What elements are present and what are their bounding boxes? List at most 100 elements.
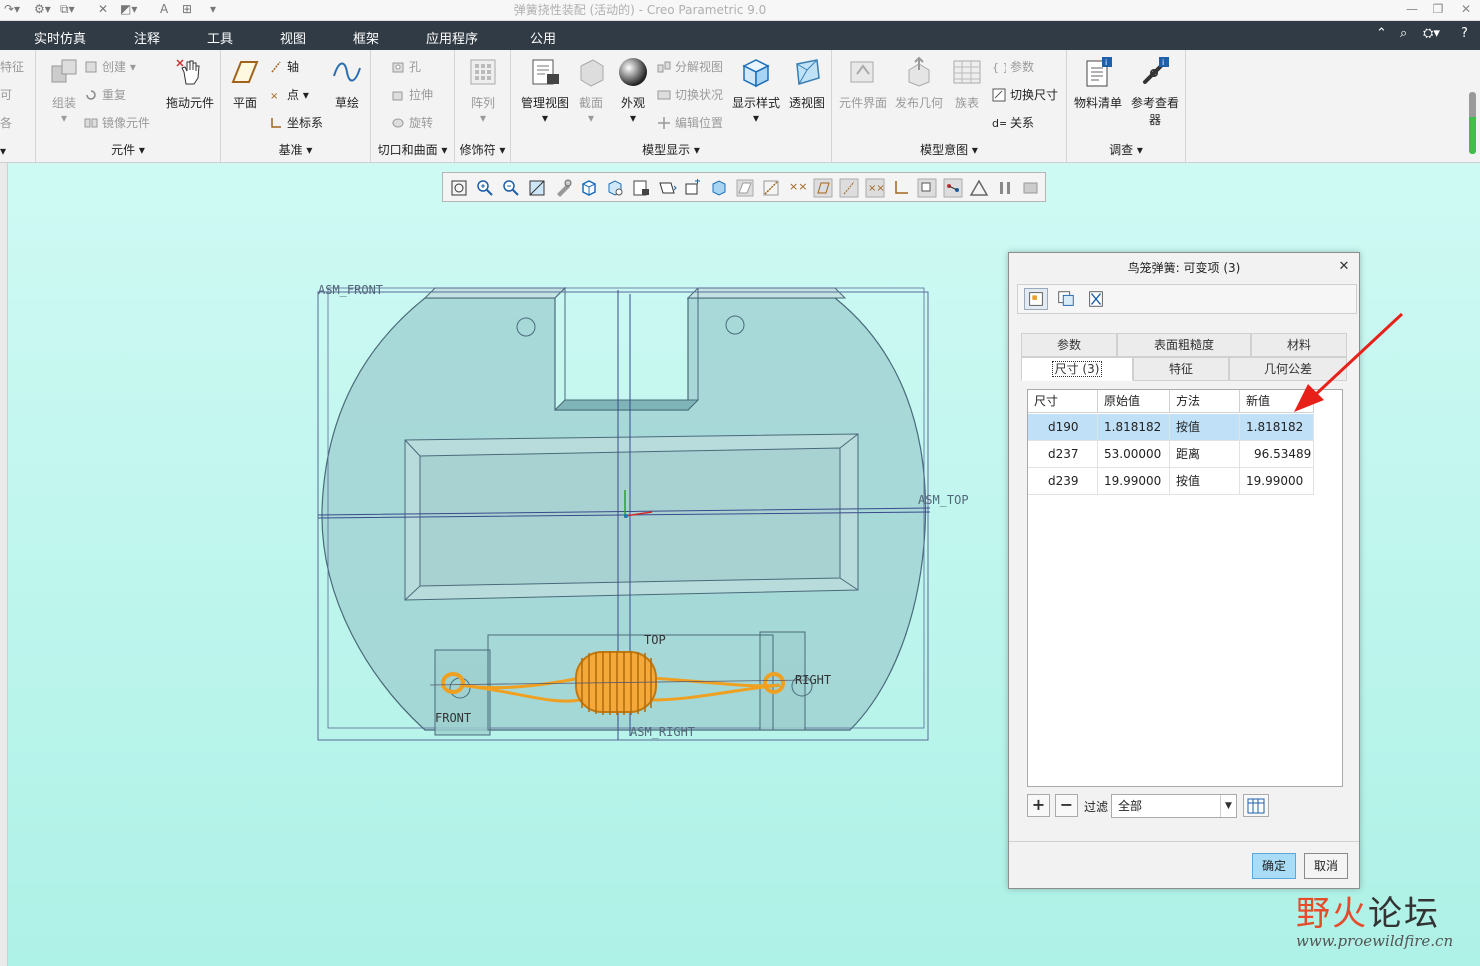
axis-button[interactable]: 轴 — [269, 58, 299, 75]
tab-surface-finish[interactable]: 表面粗糙度 — [1117, 333, 1251, 357]
minimize-button[interactable]: — — [1398, 0, 1426, 20]
csys-tag-icon[interactable] — [891, 178, 911, 198]
cell-new-value[interactable]: 96.53489 — [1240, 441, 1314, 468]
investigate-group-label[interactable]: 调查 ▾ — [1067, 141, 1185, 158]
assemble-button[interactable]: 组装 ▾ — [42, 56, 86, 125]
annotation-display-icon[interactable] — [709, 178, 729, 198]
point-display-icon[interactable]: ×× — [787, 178, 807, 198]
annotation-tag-icon[interactable] — [917, 178, 937, 198]
view-manager-icon[interactable] — [631, 178, 651, 198]
cell-method[interactable]: 按值 — [1170, 468, 1240, 495]
cell-new-value[interactable]: 19.99000 — [1240, 468, 1314, 495]
add-row-button[interactable]: + — [1027, 794, 1050, 817]
dialog-copy-icon[interactable] — [1054, 288, 1078, 310]
create-button[interactable]: 创建 ▾ — [84, 58, 136, 75]
plane-button[interactable]: 平面 — [225, 56, 265, 111]
saved-orientations-icon[interactable] — [605, 178, 625, 198]
model-intent-group-label[interactable]: 模型意图 ▾ — [832, 141, 1066, 158]
datum-axis-tag-icon[interactable] — [839, 178, 859, 198]
table-columns-button[interactable] — [1243, 794, 1269, 817]
display-style-cube-icon[interactable] — [579, 178, 599, 198]
remove-row-button[interactable]: − — [1055, 794, 1078, 817]
refit-icon[interactable] — [449, 178, 469, 198]
reference-viewer-button[interactable]: i 参考查看器 — [1127, 56, 1183, 128]
col-header-dimension[interactable]: 尺寸 — [1028, 390, 1098, 413]
ribbon-scrollbar[interactable] — [1469, 92, 1476, 154]
csys-display-icon[interactable] — [813, 178, 833, 198]
sketch-button[interactable]: 草绘 — [327, 56, 367, 111]
section-button[interactable]: 截面 ▾ — [573, 56, 609, 125]
modifiers-group-label[interactable]: 修饰符 ▾ — [455, 141, 510, 158]
component-group-label[interactable]: 元件 ▾ — [36, 141, 220, 158]
col-header-original[interactable]: 原始值 — [1098, 390, 1170, 413]
cut-item-3[interactable]: 各 — [0, 114, 12, 131]
cut-group-dropdown[interactable]: ▾ — [0, 144, 6, 158]
cut-surface-group-label[interactable]: 切口和曲面 ▾ — [371, 141, 454, 158]
family-table-button[interactable]: 族表 — [948, 56, 986, 111]
revolve-button[interactable]: 旋转 — [391, 114, 433, 131]
tab-features[interactable]: 特征 — [1133, 357, 1229, 381]
close-button[interactable]: ✕ — [1452, 0, 1480, 20]
dialog-close-icon[interactable]: ✕ — [1337, 260, 1351, 274]
model-display-group-label[interactable]: 模型显示 ▾ — [511, 141, 831, 158]
bom-button[interactable]: i 物料清单 — [1069, 56, 1127, 111]
cell-method[interactable]: 距离 — [1170, 441, 1240, 468]
manage-views-button[interactable]: 管理视图 ▾ — [517, 56, 573, 125]
perspective-button[interactable]: 透视图 — [785, 56, 829, 111]
display-style-button[interactable]: 显示样式 ▾ — [729, 56, 783, 125]
cell-method[interactable]: 按值 — [1170, 414, 1240, 441]
relations-button[interactable]: d= 关系 — [992, 114, 1034, 131]
cut-item-2[interactable]: 可 — [0, 86, 12, 103]
repeat-button[interactable]: 重复 — [84, 86, 126, 103]
toggle-status-button[interactable]: 切换状况 — [657, 86, 723, 103]
publish-geometry-button[interactable]: 发布几何 — [892, 56, 946, 111]
edit-position-button[interactable]: 编辑位置 — [657, 114, 723, 131]
dialog-filter-icon[interactable] — [1084, 288, 1108, 310]
feature-label[interactable]: 特征 — [0, 58, 24, 75]
ok-button[interactable]: 确定 — [1252, 853, 1296, 879]
tab-parameters[interactable]: 参数 — [1021, 333, 1117, 357]
restore-button[interactable]: ❐ — [1424, 0, 1452, 20]
spin-center-icon[interactable] — [683, 178, 703, 198]
col-header-method[interactable]: 方法 — [1170, 390, 1240, 413]
tab-applications[interactable]: 应用程序 — [426, 28, 478, 47]
table-row[interactable]: d190 1.818182 按值 1.818182 — [1028, 414, 1314, 441]
tab-view[interactable]: 视图 — [280, 28, 306, 47]
point-button[interactable]: × 点 ▾ — [269, 86, 309, 103]
repaint-icon[interactable] — [527, 178, 547, 198]
plane-display-icon[interactable] — [735, 178, 755, 198]
tab-dimensions[interactable]: 尺寸 (3) — [1021, 357, 1133, 381]
next-icon[interactable] — [1021, 178, 1041, 198]
parameters-button[interactable]: { }参数 — [992, 58, 1034, 75]
explode-view-button[interactable]: 分解视图 — [657, 58, 723, 75]
csys-button[interactable]: 坐标系 — [269, 114, 323, 131]
filter-select[interactable]: 全部 ▼ — [1111, 794, 1237, 818]
assembly-model[interactable]: ASM_FRONT ASM_TOP ASM_RIGHT TOP FRONT RI… — [290, 260, 990, 760]
warning-icon[interactable] — [969, 178, 989, 198]
cancel-button[interactable]: 取消 — [1304, 853, 1348, 879]
extrude-button[interactable]: 拉伸 — [391, 86, 433, 103]
help-icon[interactable]: ? — [1461, 26, 1468, 41]
tab-realtime-sim[interactable]: 实时仿真 — [34, 28, 86, 47]
pause-icon[interactable] — [995, 178, 1015, 198]
component-interface-button[interactable]: 元件界面 — [836, 56, 890, 111]
tab-annotate[interactable]: 注释 — [134, 28, 160, 47]
zoom-out-icon[interactable] — [501, 178, 521, 198]
table-row[interactable]: d237 53.00000 距离 96.53489 — [1028, 441, 1314, 468]
tab-tools[interactable]: 工具 — [207, 28, 233, 47]
pattern-button[interactable]: 阵列 ▾ — [463, 56, 503, 125]
tab-framework[interactable]: 框架 — [353, 28, 379, 47]
shade-icon[interactable] — [553, 178, 573, 198]
dialog-table-view-icon[interactable] — [1024, 288, 1048, 310]
datum-point-tag-icon[interactable]: ×× — [865, 178, 885, 198]
perspective-toggle-icon[interactable] — [657, 178, 677, 198]
collapse-ribbon-icon[interactable]: ⌃ — [1376, 26, 1387, 41]
tab-common[interactable]: 公用 — [530, 28, 556, 47]
appearance-button[interactable]: 外观 ▾ — [613, 56, 653, 125]
switch-dimensions-button[interactable]: 切换尺寸 — [992, 86, 1058, 103]
hole-button[interactable]: 孔 — [391, 58, 421, 75]
table-row[interactable]: d239 19.99000 按值 19.99000 — [1028, 468, 1314, 495]
zoom-in-icon[interactable] — [475, 178, 495, 198]
spin-center-tag-icon[interactable] — [943, 178, 963, 198]
learning-icon[interactable]: ⛭▾ — [1423, 26, 1440, 41]
